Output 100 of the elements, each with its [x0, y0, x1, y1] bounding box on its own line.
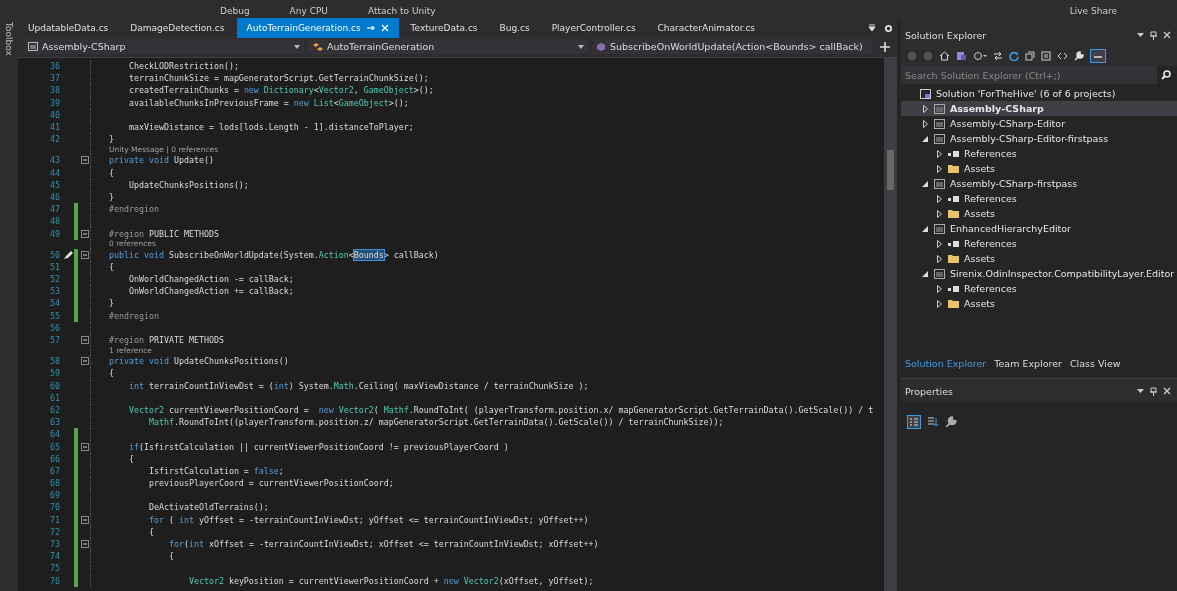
line-number: 47	[49, 204, 61, 215]
tree-item[interactable]: Assets	[901, 161, 1177, 176]
toolbar-dropdown[interactable]: Debug	[220, 6, 250, 16]
collapse-icon[interactable]	[81, 229, 89, 238]
home-icon[interactable]	[939, 51, 950, 61]
toolbar-dropdown[interactable]: Any CPU	[289, 6, 328, 16]
tree-item[interactable]: References	[901, 236, 1177, 251]
collapse-all-icon[interactable]	[1025, 51, 1035, 61]
categorized-icon[interactable]	[907, 415, 921, 429]
sync-icon[interactable]	[993, 51, 1003, 61]
pencil-icon[interactable]	[62, 249, 74, 260]
pin-icon[interactable]	[1150, 30, 1157, 40]
panel-tab[interactable]: Team Explorer	[994, 358, 1062, 374]
tree-item[interactable]: Assembly-CSharp-Editor	[901, 116, 1177, 131]
expanded-arrow-icon[interactable]	[922, 135, 928, 142]
collapsed-arrow-icon[interactable]	[922, 104, 928, 113]
dropdown-icon[interactable]	[1137, 33, 1144, 37]
toolbar-dropdown[interactable]: Attach to Unity	[367, 6, 436, 16]
folder-icon	[948, 254, 959, 263]
code-line: }	[109, 191, 114, 202]
line-number: 54	[49, 298, 61, 309]
tree-item[interactable]: Sirenix.OdinInspector.CompatibilityLayer.Editor	[901, 266, 1177, 281]
dropdown-icon[interactable]	[1137, 389, 1144, 393]
line-number: 68	[49, 478, 61, 489]
line-number: 52	[49, 274, 61, 285]
file-tab[interactable]: TextureData.cs	[400, 18, 488, 38]
file-tab[interactable]: DamageDetection.cs	[120, 18, 235, 38]
tree-item[interactable]: Assembly-CSharp-Editor-firstpass	[901, 131, 1177, 146]
scroll-thumb[interactable]	[887, 150, 894, 190]
collapse-icon[interactable]	[81, 442, 89, 451]
collapse-icon[interactable]	[81, 250, 89, 259]
show-all-files-icon[interactable]	[1041, 51, 1051, 61]
code-line: previousPlayerCoord = currentViewerPositionCoord;	[147, 478, 394, 489]
code-line: private void Update()	[109, 155, 214, 166]
close-icon[interactable]	[1163, 31, 1171, 39]
file-tab[interactable]: Bug.cs	[489, 18, 540, 38]
collapse-icon[interactable]	[81, 540, 89, 549]
panel-title: Solution Explorer	[905, 29, 987, 41]
file-tab[interactable]: UpdatableData.cs	[18, 18, 119, 38]
tree-item[interactable]: Assembly-CSharp	[901, 101, 1177, 116]
collapsed-arrow-icon[interactable]	[936, 194, 942, 203]
view-switch-icon[interactable]	[956, 51, 967, 61]
close-icon[interactable]	[1163, 387, 1171, 395]
panel-tab[interactable]: Class View	[1069, 358, 1121, 374]
project-icon	[28, 42, 38, 51]
tree-item[interactable]: Assets	[901, 251, 1177, 266]
tree-item[interactable]: References	[901, 281, 1177, 296]
tree-item[interactable]: Assets	[901, 296, 1177, 311]
code-line: terrainChunkSize = mapGeneratorScript.GetTerrainChunkSize();	[127, 73, 429, 84]
collapsed-arrow-icon[interactable]	[936, 239, 942, 248]
project-icon	[934, 103, 945, 114]
code-line: {	[127, 453, 134, 464]
history-icon[interactable]	[973, 51, 987, 61]
panel-tab[interactable]: Solution Explorer	[905, 358, 987, 374]
preview-icon[interactable]	[1090, 49, 1106, 63]
tree-item[interactable]: References	[901, 191, 1177, 206]
toolbox-tab[interactable]: Toolbox	[4, 22, 14, 56]
tree-item[interactable]: Solution 'ForTheHive' (6 of 6 projects)	[901, 86, 1177, 101]
live-share-button[interactable]: Live Share	[1069, 6, 1117, 16]
code-line: #endregion	[109, 310, 159, 321]
file-tab[interactable]: PlayerController.cs	[541, 18, 646, 38]
expanded-arrow-icon[interactable]	[922, 225, 928, 232]
code-line: UpdateChunksPositions();	[127, 179, 249, 190]
pin-icon[interactable]	[1150, 386, 1157, 396]
alphabetical-icon[interactable]	[927, 416, 939, 428]
references-icon	[948, 284, 959, 293]
collapsed-arrow-icon[interactable]	[936, 149, 942, 158]
collapsed-arrow-icon[interactable]	[936, 254, 942, 263]
tree-item[interactable]: EnhancedHierarchyEditor	[901, 221, 1177, 236]
collapsed-arrow-icon[interactable]	[936, 284, 942, 293]
code-line: {	[147, 526, 154, 537]
tree-item[interactable]: References	[901, 146, 1177, 161]
tree-item[interactable]: Assets	[901, 206, 1177, 221]
project-dropdown[interactable]: Assembly-CSharp	[24, 39, 304, 54]
settings-icon[interactable]	[884, 23, 893, 33]
line-number: 38	[49, 85, 61, 96]
wrench-icon[interactable]	[945, 416, 957, 428]
file-tab[interactable]: CharacterAnimator.cs	[647, 18, 766, 38]
class-dropdown[interactable]: AutoTerrainGeneration	[308, 39, 588, 54]
collapsed-arrow-icon[interactable]	[936, 299, 942, 308]
line-number: 71	[49, 514, 61, 525]
search-icon[interactable]	[1161, 70, 1171, 80]
collapsed-arrow-icon[interactable]	[936, 209, 942, 218]
collapsed-arrow-icon[interactable]	[922, 119, 928, 128]
tree-item[interactable]: Assembly-CSharp-firstpass	[901, 176, 1177, 191]
code-line: int terrainCountInViewDst = (int) System.Math.Ceiling( maxViewDistance / terrainChunkSize );	[127, 380, 589, 391]
collapse-icon[interactable]	[81, 515, 89, 524]
member-dropdown[interactable]: SubscribeOnWorldUpdate(Action<Bounds> callBack)	[592, 39, 872, 54]
expanded-arrow-icon[interactable]	[922, 180, 928, 187]
line-number: 46	[49, 191, 61, 202]
search-field[interactable]: Search Solution Explorer (Ctrl+;)	[901, 66, 1157, 84]
collapse-icon[interactable]	[81, 336, 89, 345]
expanded-arrow-icon[interactable]	[922, 270, 928, 277]
refresh-icon[interactable]	[1009, 51, 1019, 61]
collapse-icon[interactable]	[81, 156, 89, 165]
code-icon[interactable]	[1057, 51, 1068, 61]
collapse-icon[interactable]	[81, 357, 89, 366]
collapsed-arrow-icon[interactable]	[936, 164, 942, 173]
scrollbar[interactable]	[884, 58, 897, 591]
dropdown-icon[interactable]	[868, 24, 876, 32]
